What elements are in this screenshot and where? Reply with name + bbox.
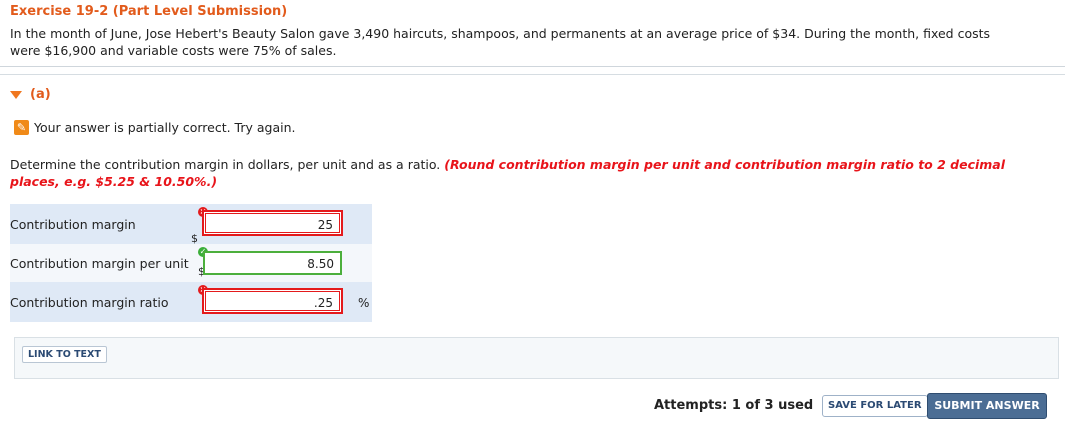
answer-row: Contribution margin per unit $ ✓ 8.50	[10, 244, 372, 282]
answer-label: Contribution margin ratio	[10, 294, 169, 310]
attempts-counter: Attempts: 1 of 3 used	[654, 398, 814, 413]
part-a-toggle[interactable]: (a)	[10, 87, 51, 102]
answer-row: Contribution margin ratio × .25 %	[10, 282, 372, 322]
contribution-margin-input[interactable]: 25	[202, 210, 343, 236]
answer-table: Contribution margin $ × 25 Contribution …	[10, 204, 372, 322]
triangle-down-icon	[10, 90, 22, 99]
unit-suffix	[354, 257, 358, 271]
exercise-header: Exercise 19-2 (Part Level Submission) In…	[0, 0, 1065, 67]
percent-suffix: %	[358, 295, 370, 310]
part-label: (a)	[30, 87, 51, 102]
answer-label: Contribution margin per unit	[10, 255, 189, 271]
unit-suffix	[354, 218, 358, 232]
feedback-message: ✎ Your answer is partially correct. Try …	[14, 120, 295, 135]
pencil-icon: ✎	[14, 120, 29, 135]
divider	[0, 74, 1065, 75]
save-for-later-button[interactable]: SAVE FOR LATER	[822, 395, 928, 417]
feedback-text: Your answer is partially correct. Try ag…	[34, 120, 296, 135]
contribution-margin-per-unit-input[interactable]: 8.50	[203, 251, 342, 275]
instructions: Determine the contribution margin in dol…	[10, 156, 1055, 190]
instruction-text: Determine the contribution margin in dol…	[10, 157, 441, 172]
problem-statement: In the month of June, Jose Hebert's Beau…	[10, 26, 991, 58]
links-panel: LINK TO TEXT	[14, 337, 1059, 379]
link-to-text-button[interactable]: LINK TO TEXT	[22, 346, 107, 363]
contribution-margin-ratio-input[interactable]: .25	[202, 288, 343, 314]
submit-answer-button[interactable]: SUBMIT ANSWER	[927, 393, 1047, 419]
answer-row: Contribution margin $ × 25	[10, 204, 372, 245]
answer-label: Contribution margin	[10, 216, 136, 232]
exercise-title: Exercise 19-2 (Part Level Submission)	[10, 4, 288, 19]
